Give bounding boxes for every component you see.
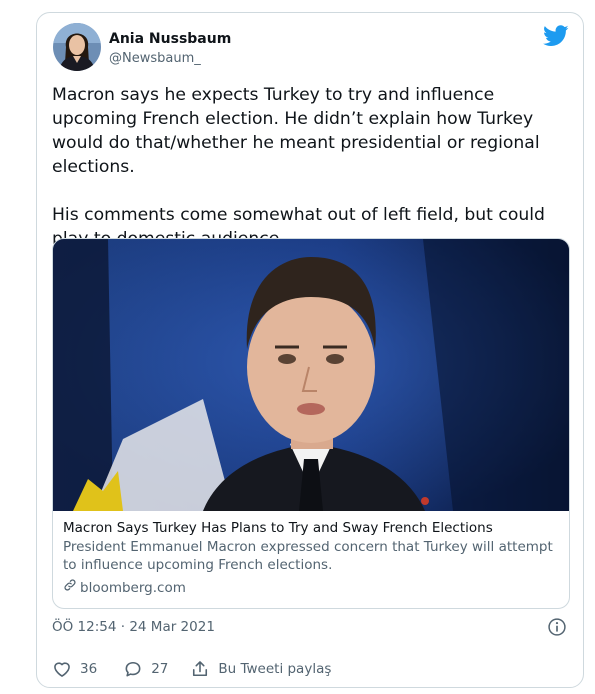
- info-icon[interactable]: [547, 617, 567, 637]
- article-photo: [53, 239, 569, 511]
- reply-button[interactable]: 27: [123, 659, 168, 679]
- link-meta: Macron Says Turkey Has Plans to Try and …: [63, 519, 563, 597]
- tweet-actions: 36 27 Bu Tweeti paylaş: [52, 658, 331, 680]
- link-domain: bloomberg.com: [63, 578, 563, 597]
- link-title[interactable]: Macron Says Turkey Has Plans to Try and …: [63, 519, 563, 537]
- heart-icon: [52, 659, 72, 679]
- reply-count: 27: [151, 661, 169, 677]
- share-label: Bu Tweeti paylaş: [218, 661, 332, 677]
- twitter-bird-icon[interactable]: [543, 25, 569, 47]
- avatar[interactable]: [53, 23, 101, 71]
- like-count: 36: [80, 661, 98, 677]
- author-name[interactable]: Ania Nussbaum: [109, 31, 231, 47]
- tweet-text: Macron says he expects Turkey to try and…: [52, 83, 577, 251]
- link-preview-card[interactable]: Macron Says Turkey Has Plans to Try and …: [52, 238, 570, 609]
- share-icon: [190, 659, 210, 679]
- reply-icon: [123, 659, 143, 679]
- share-button[interactable]: Bu Tweeti paylaş: [190, 659, 331, 679]
- tweet-timestamp[interactable]: ÖÖ 12:54 · 24 Mar 2021: [52, 619, 215, 635]
- tweet-embed-card: Ania Nussbaum @Newsbaum_ Macron says he …: [36, 12, 584, 688]
- author-handle[interactable]: @Newsbaum_: [109, 51, 201, 66]
- link-description: President Emmanuel Macron expressed conc…: [63, 539, 553, 573]
- link-domain-text: bloomberg.com: [80, 579, 186, 596]
- like-button[interactable]: 36: [52, 659, 97, 679]
- link-icon: [63, 578, 77, 597]
- tweet-paragraph: Macron says he expects Turkey to try and…: [52, 85, 540, 177]
